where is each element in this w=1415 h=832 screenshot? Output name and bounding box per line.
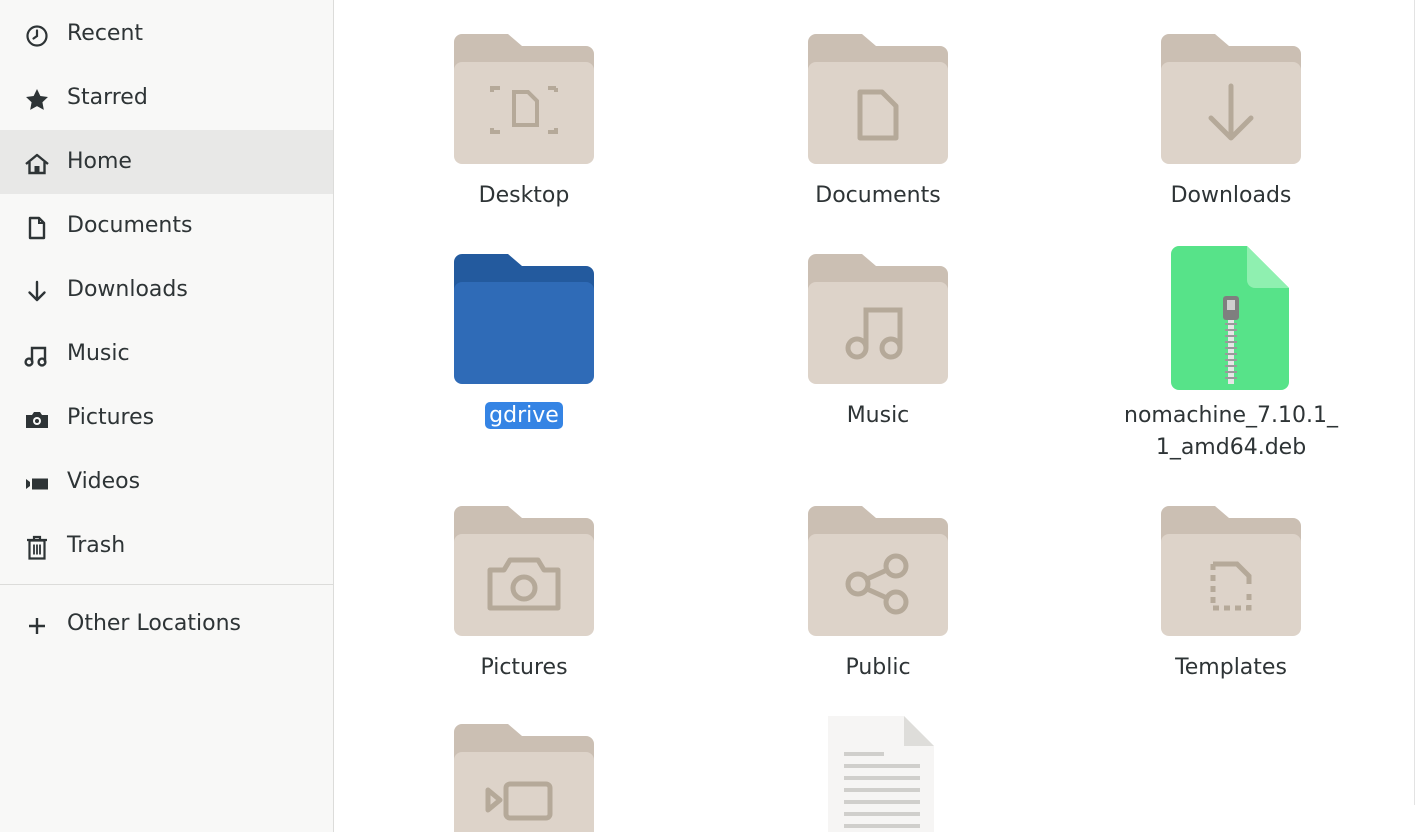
sidebar-item-documents[interactable]: Documents — [0, 194, 333, 258]
sidebar-item-videos[interactable]: Videos — [0, 450, 333, 514]
document-icon — [24, 215, 50, 241]
video-camera-icon — [24, 471, 50, 497]
file-name: Public — [845, 655, 911, 680]
folder-icon — [1081, 504, 1381, 638]
sidebar-item-starred[interactable]: Starred — [0, 66, 333, 130]
sidebar-item-label: Other Locations — [67, 611, 241, 636]
sidebar-separator — [0, 584, 333, 585]
sidebar-item-label: Videos — [67, 469, 141, 494]
sidebar-item-pictures[interactable]: Pictures — [0, 386, 333, 450]
folder-icon — [1081, 32, 1381, 166]
sidebar-item-trash[interactable]: Trash — [0, 514, 333, 578]
sidebar-item-label: Music — [67, 341, 130, 366]
file-item-desktop[interactable]: Desktop — [374, 30, 674, 220]
sidebar-item-music[interactable]: Music — [0, 322, 333, 386]
sidebar-item-recent[interactable]: Recent — [0, 2, 333, 66]
folder-icon — [374, 252, 674, 386]
sidebar-item-label: Recent — [67, 21, 144, 46]
places-sidebar: Recent Starred Home Documents Downloads — [0, 0, 334, 832]
star-icon — [24, 87, 50, 113]
folder-icon — [728, 32, 1028, 166]
clock-icon — [24, 23, 50, 49]
icon-view[interactable]: Desktop Documents Downloads gdrive Music… — [334, 0, 1415, 832]
file-item-videos[interactable] — [374, 720, 674, 832]
folder-icon — [374, 32, 674, 166]
file-name: nomachine_7.10.1_ — [1124, 403, 1338, 428]
file-name: Music — [846, 403, 910, 428]
file-name-line2: 1_amd64.deb — [1155, 435, 1307, 460]
sidebar-item-label: Pictures — [67, 405, 155, 430]
plus-icon — [24, 613, 50, 639]
file-item-downloads[interactable]: Downloads — [1081, 30, 1381, 220]
sidebar-item-downloads[interactable]: Downloads — [0, 258, 333, 322]
sidebar-item-other-locations[interactable]: Other Locations — [0, 592, 333, 656]
home-icon — [24, 151, 50, 177]
sidebar-item-label: Documents — [67, 213, 193, 238]
sidebar-item-label: Downloads — [67, 277, 188, 302]
trash-icon — [24, 535, 50, 561]
file-item-gdrive[interactable]: gdrive — [374, 250, 674, 450]
file-item-text-document[interactable] — [728, 716, 1028, 832]
file-item-pictures[interactable]: Pictures — [374, 502, 674, 692]
folder-icon — [374, 504, 674, 638]
download-arrow-icon — [24, 279, 50, 305]
folder-icon — [374, 722, 674, 832]
file-name: Downloads — [1170, 183, 1292, 208]
file-item-music[interactable]: Music — [728, 250, 1028, 450]
file-name: gdrive — [485, 402, 563, 429]
file-name: Templates — [1175, 655, 1287, 680]
sidebar-item-label: Starred — [67, 85, 148, 110]
text-file-icon — [728, 716, 1028, 832]
file-item-documents[interactable]: Documents — [728, 30, 1028, 220]
camera-icon — [24, 407, 50, 433]
sidebar-item-label: Trash — [67, 533, 126, 558]
archive-file-icon — [1081, 246, 1381, 390]
music-note-icon — [24, 343, 50, 369]
folder-icon — [728, 252, 1028, 386]
folder-icon — [728, 504, 1028, 638]
file-name: Pictures — [480, 655, 568, 680]
file-item-nomachine-deb[interactable]: nomachine_7.10.1_ 1_amd64.deb — [1081, 246, 1381, 466]
file-item-templates[interactable]: Templates — [1081, 502, 1381, 692]
file-manager-window: Recent Starred Home Documents Downloads — [0, 0, 1415, 832]
file-name: Documents — [815, 183, 941, 208]
file-name: Desktop — [478, 183, 570, 208]
file-item-public[interactable]: Public — [728, 502, 1028, 692]
sidebar-item-home[interactable]: Home — [0, 130, 333, 194]
sidebar-item-label: Home — [67, 149, 132, 174]
